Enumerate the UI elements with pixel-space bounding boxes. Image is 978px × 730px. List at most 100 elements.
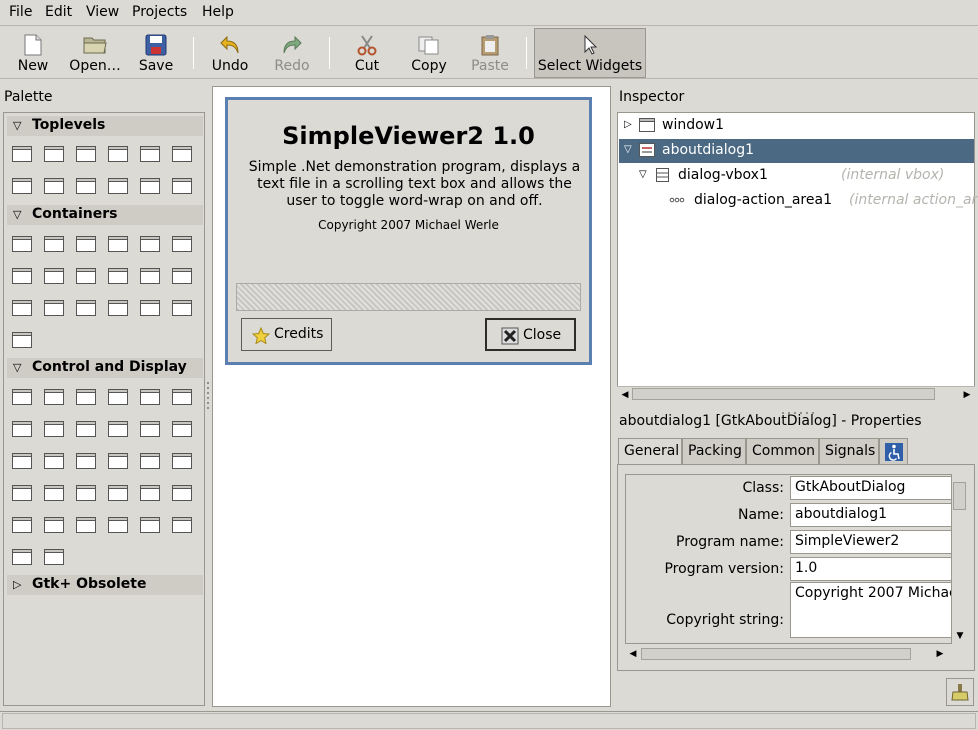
control-widget-icon[interactable] <box>139 514 161 536</box>
undo-button[interactable]: Undo <box>208 29 252 77</box>
control-widget-icon[interactable] <box>139 450 161 472</box>
control-widget-icon[interactable] <box>43 546 65 568</box>
container-widget-icon[interactable] <box>171 233 193 255</box>
container-widget-icon[interactable] <box>139 265 161 287</box>
menu-projects[interactable]: Projects <box>132 4 187 20</box>
control-widget-icon[interactable] <box>43 418 65 440</box>
container-widget-icon[interactable] <box>11 233 33 255</box>
tree-row-aboutdialog1[interactable]: ▽ aboutdialog1 <box>619 139 974 163</box>
select-widgets-button[interactable]: Select Widgets <box>534 28 646 78</box>
control-widget-icon[interactable] <box>107 386 129 408</box>
container-widget-icon[interactable] <box>11 297 33 319</box>
palette-group-containers[interactable]: ▽ Containers <box>7 205 203 225</box>
toplevel-widget-icon[interactable] <box>171 143 193 165</box>
tree-row-dialog-action-area1[interactable]: dialog-action_area1 (internal action_are… <box>619 189 978 213</box>
scroll-right-icon[interactable]: ▶ <box>933 647 947 661</box>
copy-button[interactable]: Copy <box>405 29 453 77</box>
scroll-left-icon[interactable]: ◀ <box>618 388 632 402</box>
control-widget-icon[interactable] <box>171 482 193 504</box>
tab-accessibility[interactable] <box>879 438 908 464</box>
menu-help[interactable]: Help <box>202 4 234 20</box>
control-widget-icon[interactable] <box>43 482 65 504</box>
toplevel-widget-icon[interactable] <box>107 175 129 197</box>
credits-button[interactable]: Credits <box>241 318 332 351</box>
container-widget-icon[interactable] <box>11 265 33 287</box>
tree-row-window1[interactable]: ▷ window1 <box>619 114 974 138</box>
control-widget-icon[interactable] <box>75 482 97 504</box>
container-widget-icon[interactable] <box>171 297 193 319</box>
new-button[interactable]: New <box>10 29 56 77</box>
container-widget-icon[interactable] <box>107 265 129 287</box>
control-widget-icon[interactable] <box>11 418 33 440</box>
container-widget-icon[interactable] <box>107 297 129 319</box>
close-button[interactable]: Close <box>485 318 576 351</box>
control-widget-icon[interactable] <box>75 450 97 472</box>
control-widget-icon[interactable] <box>11 546 33 568</box>
container-widget-icon[interactable] <box>139 233 161 255</box>
redo-button[interactable]: Redo <box>270 29 314 77</box>
control-widget-icon[interactable] <box>139 482 161 504</box>
control-widget-icon[interactable] <box>75 514 97 536</box>
save-button[interactable]: Save <box>134 29 178 77</box>
cut-button[interactable]: Cut <box>345 29 389 77</box>
container-widget-icon[interactable] <box>43 297 65 319</box>
palette-group-control-display[interactable]: ▽ Control and Display <box>7 358 203 378</box>
scroll-down-icon[interactable]: ▼ <box>953 629 967 643</box>
tab-packing[interactable]: Packing <box>682 438 746 464</box>
prop-program-version-field[interactable]: 1.0 <box>790 557 952 581</box>
clear-property-button[interactable] <box>946 678 974 706</box>
control-widget-icon[interactable] <box>171 386 193 408</box>
container-widget-icon[interactable] <box>107 233 129 255</box>
control-widget-icon[interactable] <box>75 418 97 440</box>
prop-program-name-field[interactable]: SimpleViewer2 <box>790 530 952 554</box>
control-widget-icon[interactable] <box>107 418 129 440</box>
control-widget-icon[interactable] <box>43 386 65 408</box>
toplevel-widget-icon[interactable] <box>107 143 129 165</box>
toplevel-widget-icon[interactable] <box>171 175 193 197</box>
palette-group-toplevels[interactable]: ▽ Toplevels <box>7 116 203 136</box>
container-widget-icon[interactable] <box>75 233 97 255</box>
toplevel-widget-icon[interactable] <box>75 175 97 197</box>
toplevel-widget-icon[interactable] <box>43 175 65 197</box>
toplevel-widget-icon[interactable] <box>139 175 161 197</box>
container-widget-icon[interactable] <box>43 265 65 287</box>
toplevel-widget-icon[interactable] <box>11 175 33 197</box>
control-widget-icon[interactable] <box>139 386 161 408</box>
scroll-right-icon[interactable]: ▶ <box>960 388 974 402</box>
container-widget-icon[interactable] <box>43 233 65 255</box>
pane-resize-handle[interactable] <box>780 403 816 414</box>
tab-general[interactable]: General <box>618 438 682 465</box>
pane-resize-handle[interactable] <box>206 380 210 410</box>
toplevel-widget-icon[interactable] <box>139 143 161 165</box>
toplevel-widget-icon[interactable] <box>75 143 97 165</box>
about-dialog-preview[interactable]: SimpleViewer2 1.0 Simple .Net demonstrat… <box>225 97 592 365</box>
open-button[interactable]: Open… <box>66 29 124 77</box>
control-widget-icon[interactable] <box>171 450 193 472</box>
control-widget-icon[interactable] <box>107 482 129 504</box>
properties-vertical-scrollbar[interactable]: ▼ <box>952 474 968 644</box>
scrollbar-thumb[interactable] <box>632 388 935 400</box>
scroll-left-icon[interactable]: ◀ <box>626 647 640 661</box>
container-widget-icon[interactable] <box>139 297 161 319</box>
control-widget-icon[interactable] <box>11 482 33 504</box>
menu-file[interactable]: File <box>9 4 32 20</box>
control-widget-icon[interactable] <box>75 386 97 408</box>
container-widget-icon[interactable] <box>75 297 97 319</box>
dialog-placeholder-area[interactable] <box>236 283 581 311</box>
menu-edit[interactable]: Edit <box>45 4 72 20</box>
prop-copyright-field[interactable]: Copyright 2007 Michael Werle <box>790 582 952 638</box>
palette-group-gtk-obsolete[interactable]: ▷ Gtk+ Obsolete <box>7 575 203 595</box>
prop-class-field[interactable]: GtkAboutDialog <box>790 476 952 500</box>
control-widget-icon[interactable] <box>107 514 129 536</box>
control-widget-icon[interactable] <box>11 514 33 536</box>
toplevel-widget-icon[interactable] <box>11 143 33 165</box>
tree-row-dialog-vbox1[interactable]: ▽ dialog-vbox1 (internal vbox) <box>619 164 974 188</box>
control-widget-icon[interactable] <box>139 418 161 440</box>
control-widget-icon[interactable] <box>11 386 33 408</box>
container-widget-icon[interactable] <box>171 265 193 287</box>
properties-horizontal-scrollbar[interactable]: ◀ ▶ <box>625 646 950 662</box>
control-widget-icon[interactable] <box>107 450 129 472</box>
control-widget-icon[interactable] <box>171 514 193 536</box>
paste-button[interactable]: Paste <box>468 29 512 77</box>
scrollbar-thumb[interactable] <box>641 648 911 660</box>
